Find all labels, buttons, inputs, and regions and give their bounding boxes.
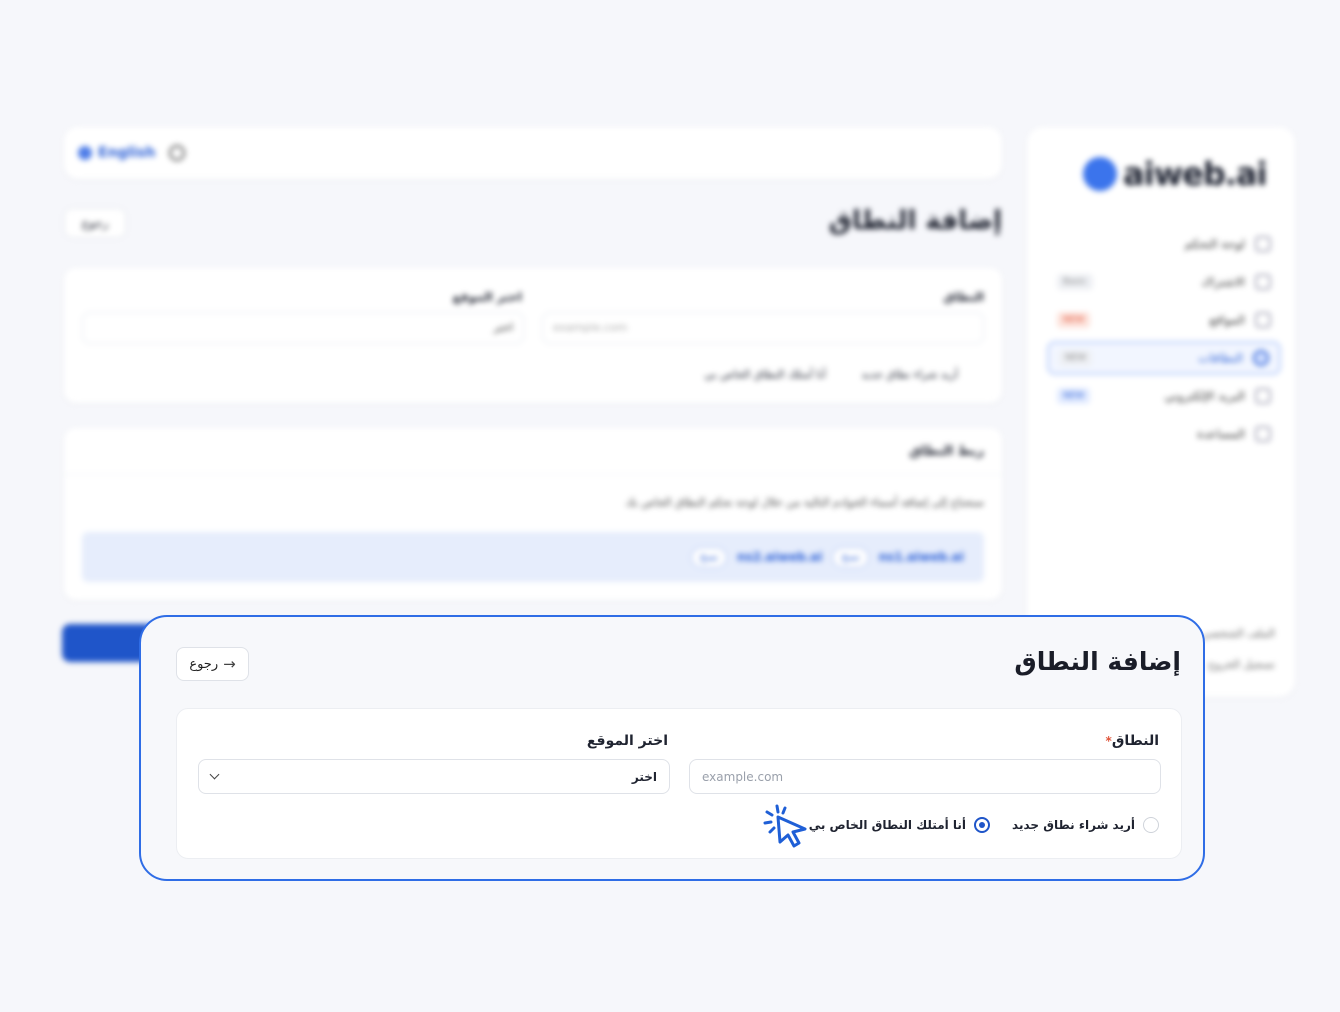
chevron-down-icon xyxy=(209,769,220,780)
top-bar: English xyxy=(64,127,1002,179)
sidebar-item-dashboard[interactable]: لوحة التحكم xyxy=(1047,227,1281,261)
divider xyxy=(64,474,1002,475)
copy-button[interactable]: نسخ xyxy=(832,546,869,568)
sidebar-item-domains[interactable]: النطاقات NEW xyxy=(1047,341,1281,375)
sidebar-item-logout[interactable]: تسجيل الخروج xyxy=(1202,658,1275,671)
sidebar-item-email[interactable]: البريد الإلكتروني NEW xyxy=(1047,379,1281,413)
logo-text: aiweb.ai xyxy=(1123,155,1267,193)
connect-title: ربط النطاق xyxy=(909,444,984,459)
theme-toggle-icon[interactable] xyxy=(169,145,186,161)
sidebar-nav: لوحة التحكم الاشتراك Basic المواقع NEW ا… xyxy=(1047,227,1281,455)
page-title: إضافة النطاق xyxy=(828,206,1002,236)
nameserver-2: ns2.aiweb.ai xyxy=(737,550,823,564)
sidebar-item-label: لوحة التحكم xyxy=(1184,237,1246,251)
sidebar-item-label: البريد الإلكتروني xyxy=(1164,389,1245,403)
radio-buy-label[interactable]: أريد شراء نطاق جديد xyxy=(861,368,958,381)
radio-own-domain[interactable]: أنا أمتلك النطاق الخاص بي xyxy=(808,817,991,833)
back-button[interactable]: رجوع → xyxy=(176,647,249,681)
radio-label: أريد شراء نطاق جديد xyxy=(1012,818,1135,832)
site-select[interactable]: اختر xyxy=(82,312,524,344)
nameserver-strip: نسخ ns2.aiweb.ai نسخ ns1.aiweb.ai xyxy=(82,532,984,582)
status-badge: NEW xyxy=(1059,350,1093,366)
copy-button[interactable]: نسخ xyxy=(690,546,728,568)
connect-domain-card: ربط النطاق ستحتاج إلى إضافة أسماء الخواد… xyxy=(64,428,1002,600)
domain-label: النطاق xyxy=(943,290,984,304)
site-label: اختر الموقع xyxy=(452,290,522,304)
page-title: إضافة النطاق xyxy=(1014,647,1181,676)
sidebar-item-profile[interactable]: الملف الشخصي xyxy=(1202,627,1275,640)
zoom-callout: إضافة النطاق رجوع → النطاق* اختر الموقع … xyxy=(139,615,1205,881)
globe-icon xyxy=(78,146,92,160)
language-label: English xyxy=(98,145,156,161)
card-icon xyxy=(1255,274,1271,290)
back-button[interactable]: رجوع xyxy=(64,208,126,238)
globe-icon xyxy=(1253,350,1269,366)
domain-label-text: النطاق xyxy=(1111,733,1159,749)
status-badge: Basic xyxy=(1057,274,1093,290)
radio-own-label[interactable]: أنا أمتلك النطاق الخاص بي xyxy=(704,368,826,381)
radio-buy-new-domain[interactable]: أريد شراء نطاق جديد xyxy=(1012,817,1159,833)
mail-icon xyxy=(1255,388,1271,404)
back-label: رجوع xyxy=(189,656,219,672)
radio-circle xyxy=(974,817,991,833)
click-cursor-icon xyxy=(763,804,807,848)
home-icon xyxy=(1255,236,1271,252)
sidebar: aiweb.ai لوحة التحكم الاشتراك Basic المو… xyxy=(1027,127,1295,697)
status-badge: NEW xyxy=(1057,312,1091,328)
sidebar-item-label: المواقع xyxy=(1209,313,1245,327)
nameserver-1: ns1.aiweb.ai xyxy=(878,550,964,564)
domain-form-card: النطاق* اختر الموقع اختر أريد شراء نطاق … xyxy=(176,708,1182,859)
domain-label: النطاق* xyxy=(1106,733,1159,749)
domain-form-card: النطاق اختر الموقع example.com اختر أريد… xyxy=(64,268,1002,403)
sidebar-item-subscription[interactable]: الاشتراك Basic xyxy=(1047,265,1281,299)
sidebar-item-label: المساعدة xyxy=(1196,427,1245,441)
language-switcher[interactable]: English xyxy=(78,145,155,161)
sidebar-item-help[interactable]: المساعدة xyxy=(1047,417,1281,451)
site-label: اختر الموقع xyxy=(586,733,668,749)
help-icon xyxy=(1255,426,1271,442)
arrow-right-icon: → xyxy=(223,655,236,673)
sidebar-item-label: الاشتراك xyxy=(1201,275,1245,289)
domain-option-group: أريد شراء نطاق جديد أنا أمتلك النطاق الخ… xyxy=(809,817,1159,833)
sites-icon xyxy=(1255,312,1271,328)
sidebar-item-label: النطاقات xyxy=(1198,351,1243,365)
site-select-value: اختر xyxy=(631,769,657,784)
radio-label: أنا أمتلك النطاق الخاص بي xyxy=(808,818,967,832)
status-badge: NEW xyxy=(1057,388,1091,404)
sidebar-footer: الملف الشخصي تسجيل الخروج xyxy=(1202,609,1275,671)
logo-mark-icon xyxy=(1083,157,1117,191)
screen: English aiweb.ai لوحة التحكم الاشتراك Ba… xyxy=(0,0,1340,1012)
connect-text: ستحتاج إلى إضافة أسماء الخوادم التالية م… xyxy=(625,496,984,509)
sidebar-item-sites[interactable]: المواقع NEW xyxy=(1047,303,1281,337)
domain-input[interactable] xyxy=(689,759,1161,794)
logo: aiweb.ai xyxy=(1083,155,1267,193)
domain-input[interactable]: example.com xyxy=(542,312,984,344)
radio-circle xyxy=(1143,817,1159,833)
site-select[interactable]: اختر xyxy=(198,759,670,794)
